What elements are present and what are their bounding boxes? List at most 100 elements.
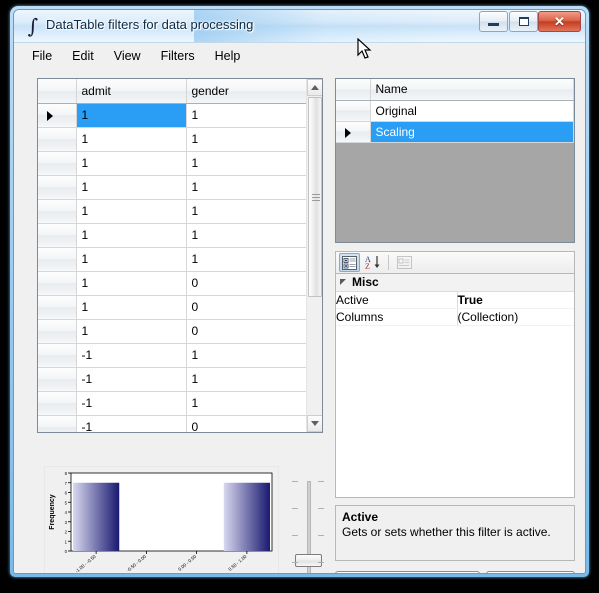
column-header-gender[interactable]: gender: [186, 79, 306, 104]
cell-admit[interactable]: 1: [76, 319, 187, 344]
cell-admit[interactable]: -1: [76, 367, 187, 392]
column-header-admit[interactable]: admit: [76, 79, 187, 104]
list-item[interactable]: Original: [336, 100, 574, 122]
cell-admit[interactable]: 1: [76, 247, 187, 272]
filter-row-header-cell[interactable]: [336, 100, 371, 122]
cell-admit[interactable]: 1: [76, 199, 187, 224]
scroll-up-icon[interactable]: [307, 79, 322, 96]
menu-item-edit[interactable]: Edit: [62, 45, 104, 68]
data-grid-vertical-scrollbar[interactable]: [306, 79, 322, 432]
category-expander-icon[interactable]: [336, 274, 352, 292]
property-row-active[interactable]: Active True: [336, 291, 574, 309]
cell-gender[interactable]: 1: [186, 103, 306, 128]
cell-admit[interactable]: 1: [76, 127, 187, 152]
row-header-cell[interactable]: [38, 127, 77, 152]
row-header-cell[interactable]: [38, 199, 77, 224]
cell-gender[interactable]: 1: [186, 343, 306, 368]
cell-gender[interactable]: 0: [186, 319, 306, 344]
data-grid-corner-header[interactable]: [38, 79, 77, 104]
table-row[interactable]: 11: [38, 223, 306, 248]
close-button[interactable]: ✕: [538, 11, 581, 32]
table-row[interactable]: 11: [38, 175, 306, 200]
cell-gender[interactable]: 0: [186, 415, 306, 432]
table-row[interactable]: -1 1: [38, 367, 306, 392]
row-header-cell[interactable]: [38, 343, 77, 368]
filter-name-cell[interactable]: Scaling: [370, 121, 574, 143]
menu-item-file[interactable]: File: [22, 45, 62, 68]
property-pages-button[interactable]: [394, 253, 415, 272]
cell-admit[interactable]: 1: [76, 175, 187, 200]
maximize-button[interactable]: [509, 11, 538, 32]
cell-gender[interactable]: 1: [186, 199, 306, 224]
scrollbar-thumb[interactable]: [308, 97, 322, 297]
property-row-columns[interactable]: Columns (Collection): [336, 308, 574, 326]
row-header-cell[interactable]: [38, 295, 77, 320]
filter-list-corner-header[interactable]: [336, 79, 371, 101]
cell-admit[interactable]: 1: [76, 223, 187, 248]
filter-list[interactable]: Name Original Scaling: [335, 78, 575, 243]
alphabetical-button[interactable]: A Z: [362, 253, 383, 272]
cell-admit[interactable]: 1: [76, 295, 187, 320]
row-header-cell[interactable]: [38, 223, 77, 248]
zoom-trackbar[interactable]: [286, 481, 330, 573]
row-header-cell[interactable]: [38, 151, 77, 176]
table-row[interactable]: 11: [38, 151, 306, 176]
cell-gender[interactable]: 1: [186, 175, 306, 200]
cell-gender[interactable]: 0: [186, 295, 306, 320]
property-category-row[interactable]: Misc: [336, 274, 574, 292]
trackbar-tick: [318, 535, 324, 536]
cell-admit[interactable]: -1: [76, 415, 187, 432]
menu-item-view[interactable]: View: [104, 45, 151, 68]
row-header-cell[interactable]: [38, 367, 77, 392]
auto-detect-filter-options-button[interactable]: Auto-detect filter options: [335, 571, 480, 573]
cell-gender[interactable]: 1: [186, 127, 306, 152]
row-header-cell[interactable]: [38, 415, 77, 432]
scroll-down-icon[interactable]: [307, 415, 322, 432]
table-row[interactable]: 11: [38, 247, 306, 272]
property-value-active[interactable]: True: [457, 291, 574, 309]
table-row[interactable]: 11: [38, 199, 306, 224]
filter-name-cell[interactable]: Original: [370, 100, 574, 122]
table-row[interactable]: 11: [38, 127, 306, 152]
trackbar-tick: [292, 562, 298, 563]
cell-gender[interactable]: 1: [186, 151, 306, 176]
cell-admit[interactable]: 1: [76, 151, 187, 176]
table-row[interactable]: 10: [38, 271, 306, 296]
menu-item-help[interactable]: Help: [205, 45, 251, 68]
trackbar-thumb[interactable]: [295, 554, 322, 567]
table-row[interactable]: -1 0: [38, 415, 306, 432]
cell-gender[interactable]: 1: [186, 223, 306, 248]
cell-gender[interactable]: 0: [186, 271, 306, 296]
table-row[interactable]: -1 1: [38, 343, 306, 368]
row-header-cell[interactable]: [38, 391, 77, 416]
cell-gender[interactable]: 1: [186, 391, 306, 416]
row-header-cell[interactable]: [38, 175, 77, 200]
column-header-name[interactable]: Name: [370, 79, 574, 101]
list-item[interactable]: Scaling: [336, 121, 574, 143]
row-header-cell[interactable]: [38, 103, 77, 128]
table-row[interactable]: 10: [38, 295, 306, 320]
filter-row-header-cell[interactable]: [336, 121, 371, 143]
table-row[interactable]: 10: [38, 319, 306, 344]
row-header-cell[interactable]: [38, 271, 77, 296]
menu-item-filters[interactable]: Filters: [151, 45, 205, 68]
data-grid[interactable]: admit gender 1 1 1 1 1 1 1 1 1 1 1 1 1 1 1 0 1 0 1 0 -1 1 -1 1-…: [37, 78, 323, 433]
title-bar[interactable]: ∫ DataTable filters for data processing …: [14, 10, 585, 43]
current-row-caret-icon: [345, 127, 351, 138]
cell-gender[interactable]: 1: [186, 247, 306, 272]
row-header-cell[interactable]: [38, 319, 77, 344]
cell-admit[interactable]: 1: [76, 103, 187, 128]
property-value-columns[interactable]: (Collection): [457, 308, 574, 326]
apply-button[interactable]: Apply: [486, 571, 575, 573]
cell-admit[interactable]: 1: [76, 271, 187, 296]
table-row[interactable]: -1 1: [38, 391, 306, 416]
cell-admit[interactable]: -1: [76, 391, 187, 416]
cell-admit[interactable]: -1: [76, 343, 187, 368]
minimize-button[interactable]: [479, 11, 508, 32]
cell-gender[interactable]: 1: [186, 367, 306, 392]
table-row[interactable]: 11: [38, 103, 306, 128]
categorized-button[interactable]: [339, 253, 360, 272]
sort-alphabetical-icon: A Z: [365, 255, 379, 270]
property-grid[interactable]: Misc Active True Columns (Collection): [335, 273, 575, 498]
row-header-cell[interactable]: [38, 247, 77, 272]
